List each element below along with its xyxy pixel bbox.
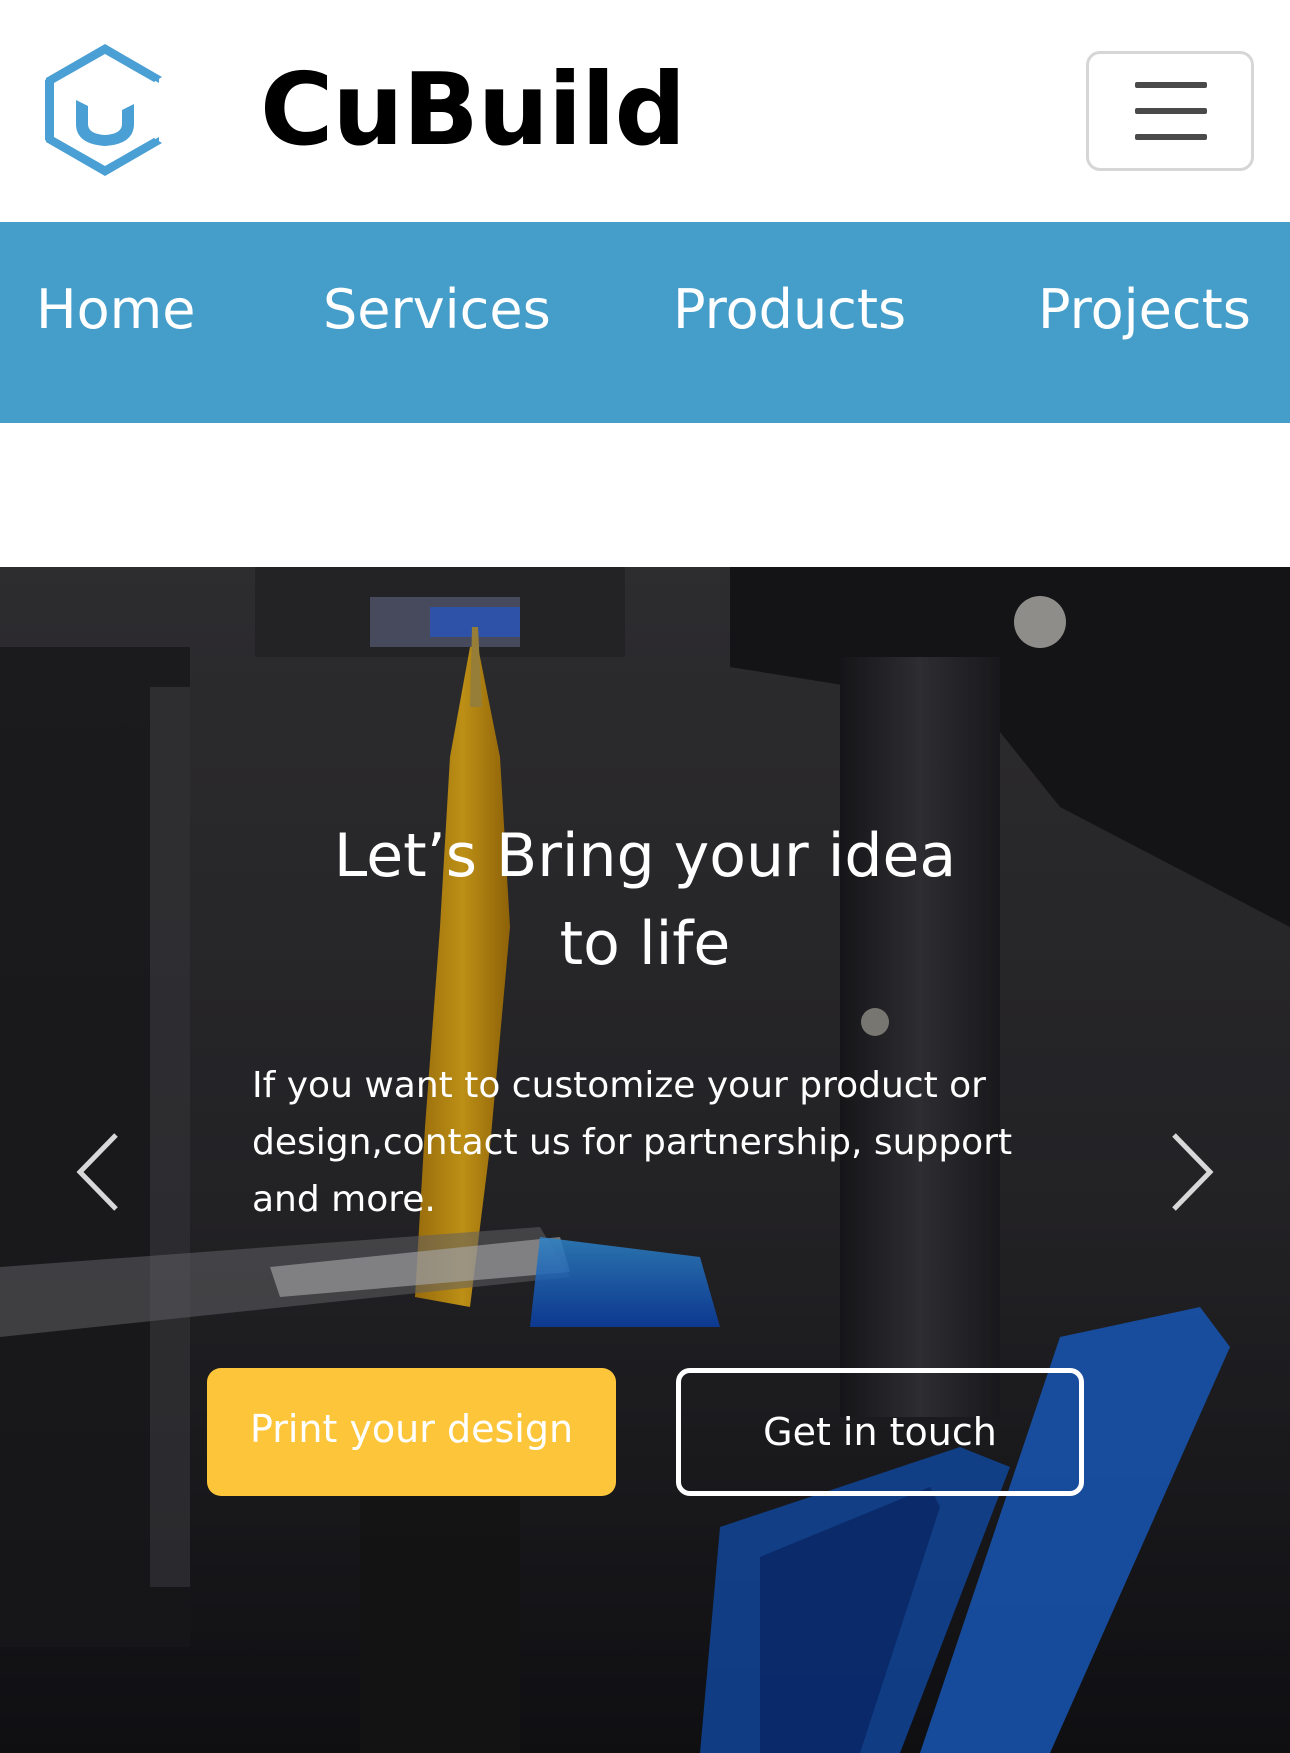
nav-item-services[interactable]: Services [323, 278, 551, 342]
chevron-left-icon[interactable] [68, 1127, 128, 1217]
get-in-touch-button[interactable]: Get in touch [676, 1368, 1084, 1496]
hero-title-line-1: Let’s Bring your idea [333, 821, 957, 891]
hexagon-cube-logo-icon[interactable] [38, 40, 172, 180]
menu-toggle-button[interactable] [1086, 51, 1254, 171]
nav-item-products[interactable]: Products [673, 278, 906, 342]
hero-title: Let’s Bring your idea to life [0, 812, 1290, 988]
hamburger-menu-icon [1135, 82, 1207, 88]
brand-name[interactable]: CuBuild [260, 52, 686, 168]
hamburger-menu-icon-bar [1135, 134, 1207, 140]
print-design-button[interactable]: Print your design [207, 1368, 616, 1496]
hero-title-line-2: to life [559, 909, 731, 979]
site-header: CuBuild [0, 0, 1290, 222]
hero-carousel: Let’s Bring your idea to life If you wan… [0, 567, 1290, 1753]
nav-item-projects[interactable]: Projects [1038, 278, 1251, 342]
chevron-right-icon[interactable] [1162, 1127, 1222, 1217]
main-nav: Home Services Products Projects [0, 222, 1290, 423]
hamburger-menu-icon-bar [1135, 108, 1207, 114]
hero-description: If you want to customize your product or… [252, 1065, 1013, 1220]
nav-item-home[interactable]: Home [36, 278, 195, 342]
